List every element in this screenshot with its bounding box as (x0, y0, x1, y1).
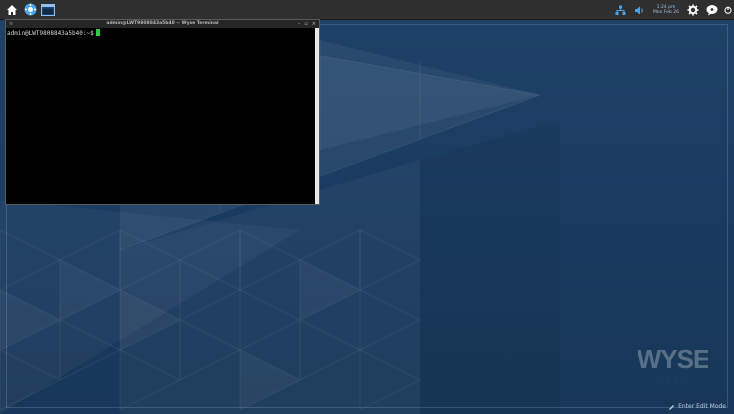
terminal-title: admin@LWT9808843a5b40 -- Wyse Terminal (106, 21, 219, 26)
taskbar: 1:24 pm Mon Feb 26 (0, 0, 734, 20)
maximize-icon[interactable]: ▫ (304, 20, 307, 28)
terminal-prompt: admin@LWT9808843a5b40:~$ (7, 30, 94, 37)
terminal-cursor (95, 29, 100, 36)
window-controls: – ▫ × (298, 20, 316, 28)
close-icon[interactable]: × (312, 20, 316, 28)
wyse-logo-subtext: · · · · (660, 375, 685, 381)
pencil-icon (669, 404, 675, 410)
terminal-titlebar[interactable]: ≡ admin@LWT9808843a5b40 -- Wyse Terminal… (6, 20, 319, 28)
home-icon[interactable] (5, 3, 19, 17)
network-icon[interactable] (613, 3, 627, 17)
power-icon[interactable] (724, 3, 732, 17)
wyse-logo-text: WYSE (638, 344, 708, 374)
terminal-output[interactable]: admin@LWT9808843a5b40:~$ (6, 28, 315, 204)
edit-mode-label: Enter Edit Mode (678, 403, 726, 410)
clock-date: Mon Feb 26 (652, 10, 680, 15)
terminal-scrollbar[interactable] (315, 28, 319, 204)
terminal-icon[interactable] (41, 3, 55, 17)
volume-icon[interactable] (632, 3, 646, 17)
wyse-logo: WYSE · · · · (637, 342, 711, 384)
gear-icon[interactable] (686, 3, 700, 17)
taskbar-left (0, 3, 55, 17)
clock[interactable]: 1:24 pm Mon Feb 26 (651, 5, 681, 16)
enter-edit-mode-button[interactable]: Enter Edit Mode (668, 403, 726, 411)
terminal-window[interactable]: ≡ admin@LWT9808843a5b40 -- Wyse Terminal… (5, 19, 320, 205)
chat-icon[interactable] (705, 3, 719, 17)
minimize-icon[interactable]: – (298, 20, 301, 28)
taskbar-right: 1:24 pm Mon Feb 26 (613, 0, 734, 20)
settings-icon[interactable] (23, 3, 37, 17)
